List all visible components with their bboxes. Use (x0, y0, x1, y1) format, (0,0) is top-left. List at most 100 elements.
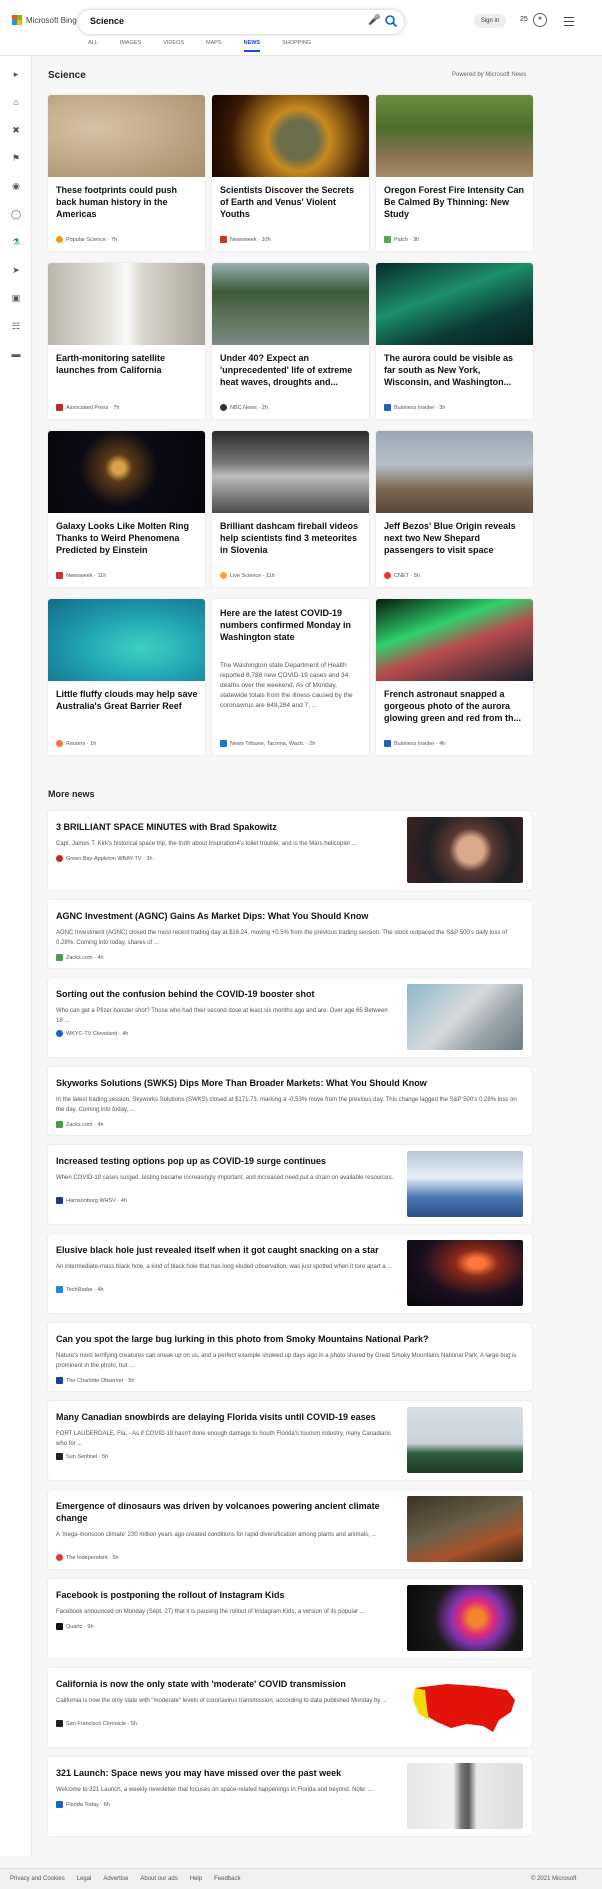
footer-link-legal[interactable]: Legal (77, 1876, 92, 1882)
tools-icon[interactable]: ✖ (8, 122, 24, 138)
card-source: Business Insider · 3h (384, 404, 445, 411)
news-source: Zacks.com · 4h (56, 954, 104, 961)
news-card[interactable]: Earth-monitoring satellite launches from… (48, 263, 205, 419)
source-logo-icon (56, 572, 63, 579)
card-title[interactable]: Scientists Discover the Secrets of Earth… (220, 184, 362, 220)
card-source: Newsweek · 10h (220, 236, 271, 243)
news-title[interactable]: Elusive black hole just revealed itself … (56, 1244, 396, 1256)
card-title[interactable]: The aurora could be visible as far south… (384, 352, 526, 388)
news-title[interactable]: California is now the only state with 'm… (56, 1678, 396, 1690)
news-card[interactable]: These footprints could push back human h… (48, 95, 205, 251)
copyright: © 2021 Microsoft (531, 1876, 577, 1882)
tab-maps[interactable]: MAPS (206, 40, 222, 52)
entertainment-icon[interactable]: ▣ (8, 290, 24, 306)
news-list-item[interactable]: Increased testing options pop up as COVI… (48, 1145, 532, 1224)
news-source: The Charlotte Observer · 5h (56, 1377, 134, 1384)
microphone-icon[interactable]: 🎤 (368, 15, 380, 26)
news-card[interactable]: Little fluffy clouds may help save Austr… (48, 599, 205, 755)
news-card[interactable]: Galaxy Looks Like Molten Ring Thanks to … (48, 431, 205, 587)
news-list-item[interactable]: Elusive black hole just revealed itself … (48, 1234, 532, 1313)
card-image (48, 431, 205, 513)
tab-news[interactable]: NEWS (243, 40, 261, 52)
bing-logo[interactable]: Microsoft Bing (12, 15, 77, 25)
flag-icon[interactable]: ⚑ (8, 150, 24, 166)
footer-link-privacy[interactable]: Privacy and Cookies (10, 1876, 65, 1882)
home-icon[interactable]: ⌂ (8, 94, 24, 110)
news-list-item[interactable]: Can you spot the large bug lurking in th… (48, 1323, 532, 1391)
search-icon[interactable] (384, 14, 398, 28)
card-image (48, 95, 205, 177)
card-title[interactable]: Little fluffy clouds may help save Austr… (56, 688, 198, 712)
card-source: Reuters · 1h (56, 740, 96, 747)
footer-link-advertise[interactable]: Advertise (103, 1876, 128, 1882)
card-title[interactable]: Oregon Forest Fire Intensity Can Be Calm… (384, 184, 526, 220)
news-list-item[interactable]: Sorting out the confusion behind the COV… (48, 978, 532, 1057)
news-list-item[interactable]: AGNC Investment (AGNC) Gains As Market D… (48, 900, 532, 968)
news-card[interactable]: Jeff Bezos' Blue Origin reveals next two… (376, 431, 533, 587)
news-title[interactable]: Many Canadian snowbirds are delaying Flo… (56, 1411, 396, 1423)
source-logo-icon (384, 740, 391, 747)
news-thumbnail (407, 1585, 523, 1651)
card-title[interactable]: Here are the latest COVID-19 numbers con… (220, 607, 362, 643)
card-title[interactable]: Galaxy Looks Like Molten Ring Thanks to … (56, 520, 198, 556)
tab-all[interactable]: ALL (88, 40, 98, 52)
rewards-trophy-icon[interactable]: ★ (533, 13, 547, 27)
news-title[interactable]: AGNC Investment (AGNC) Gains As Market D… (56, 910, 526, 922)
news-title[interactable]: Emergence of dinosaurs was driven by vol… (56, 1500, 396, 1524)
news-card[interactable]: Scientists Discover the Secrets of Earth… (212, 95, 369, 251)
source-logo-icon (384, 236, 391, 243)
news-title[interactable]: Can you spot the large bug lurking in th… (56, 1333, 526, 1345)
news-list-item[interactable]: Many Canadian snowbirds are delaying Flo… (48, 1401, 532, 1480)
news-list-item[interactable]: 321 Launch: Space news you may have miss… (48, 1757, 532, 1836)
card-title[interactable]: Brilliant dashcam fireball videos help s… (220, 520, 362, 556)
news-title[interactable]: 321 Launch: Space news you may have miss… (56, 1767, 396, 1779)
news-list-item[interactable]: Emergence of dinosaurs was driven by vol… (48, 1490, 532, 1569)
footer-link-feedback[interactable]: Feedback (214, 1876, 240, 1882)
news-source: TechRadar · 4h (56, 1286, 104, 1293)
news-title[interactable]: Skyworks Solutions (SWKS) Dips More Than… (56, 1077, 526, 1089)
menu-icon[interactable] (564, 17, 574, 29)
news-list-item[interactable]: California is now the only state with 'm… (48, 1668, 532, 1747)
location-icon[interactable]: ◉ (8, 178, 24, 194)
news-list-item[interactable]: Facebook is postponing the rollout of In… (48, 1579, 532, 1658)
card-title[interactable]: Jeff Bezos' Blue Origin reveals next two… (384, 520, 526, 556)
news-title[interactable]: Facebook is postponing the rollout of In… (56, 1589, 396, 1601)
card-title[interactable]: French astronaut snapped a gorgeous phot… (384, 688, 526, 724)
brand-name: Microsoft Bing (26, 15, 77, 25)
sign-in-button[interactable]: Sign in (474, 14, 506, 28)
card-title[interactable]: Earth-monitoring satellite launches from… (56, 352, 198, 376)
footer-link-help[interactable]: Help (190, 1876, 202, 1882)
news-list-item[interactable]: 3 BRILLIANT SPACE MINUTES with Brad Spak… (48, 811, 532, 890)
news-snippet: Capt. James T. Kirk's historical space t… (56, 841, 357, 847)
search-input[interactable] (90, 16, 310, 26)
money-icon[interactable]: ☷ (8, 318, 24, 334)
card-source: Newsweek · 11h (56, 572, 106, 579)
rewards-count[interactable]: 25 (520, 16, 528, 23)
tab-images[interactable]: IMAGES (120, 40, 141, 52)
footer-link-about-ads[interactable]: About our ads (140, 1876, 177, 1882)
powered-by-label: Powered by Microsoft News (452, 72, 527, 78)
news-list-item[interactable]: Skyworks Solutions (SWKS) Dips More Than… (48, 1067, 532, 1135)
news-card[interactable]: The aurora could be visible as far south… (376, 263, 533, 419)
tab-shopping[interactable]: SHOPPING (282, 40, 311, 52)
news-card[interactable]: Oregon Forest Fire Intensity Can Be Calm… (376, 95, 533, 251)
expand-chevron-icon[interactable]: ▸ (8, 66, 24, 82)
source-logo-icon (220, 236, 227, 243)
news-thumbnail (407, 1674, 523, 1740)
news-thumbnail (407, 817, 523, 883)
news-card[interactable]: Under 40? Expect an 'unprecedented' life… (212, 263, 369, 419)
rocket-icon[interactable]: ➤ (8, 262, 24, 278)
card-image (48, 599, 205, 681)
tab-videos[interactable]: VIDEOS (163, 40, 184, 52)
news-card[interactable]: Brilliant dashcam fireball videos help s… (212, 431, 369, 587)
news-title[interactable]: Sorting out the confusion behind the COV… (56, 988, 396, 1000)
news-title[interactable]: 3 BRILLIANT SPACE MINUTES with Brad Spak… (56, 821, 396, 833)
news-card[interactable]: Here are the latest COVID-19 numbers con… (212, 599, 369, 755)
card-icon[interactable]: ▬ (8, 346, 24, 362)
science-icon[interactable]: ⚗ (8, 234, 24, 250)
news-title[interactable]: Increased testing options pop up as COVI… (56, 1155, 396, 1167)
card-title[interactable]: These footprints could push back human h… (56, 184, 198, 220)
globe-icon[interactable]: ◯ (8, 206, 24, 222)
news-card[interactable]: French astronaut snapped a gorgeous phot… (376, 599, 533, 755)
card-title[interactable]: Under 40? Expect an 'unprecedented' life… (220, 352, 362, 388)
